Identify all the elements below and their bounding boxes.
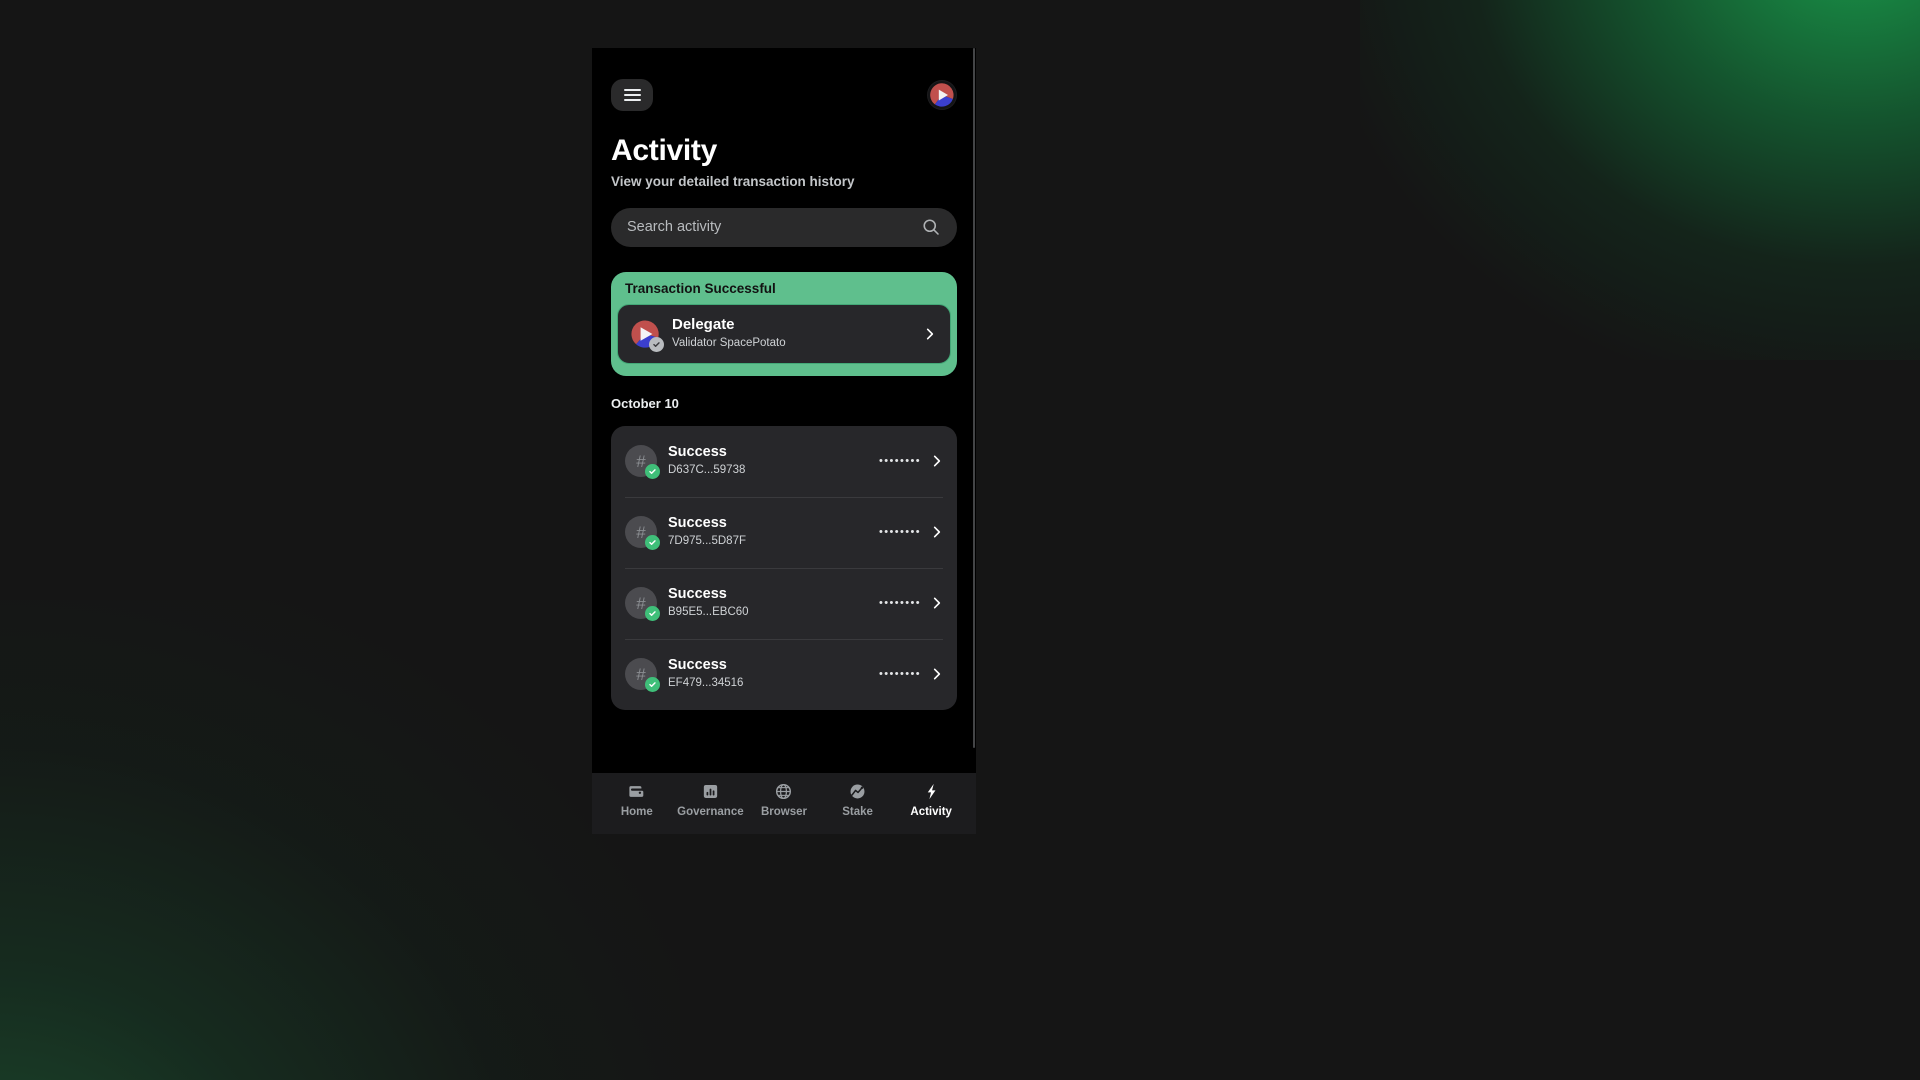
lightning-bolt-icon: [922, 782, 941, 801]
check-glyph: [649, 611, 656, 617]
check-badge-icon: [649, 336, 664, 352]
delegate-card-title: Delegate: [672, 315, 735, 333]
transaction-amount-masked: ••••••••: [878, 525, 921, 538]
validator-logo-wrapper: [629, 318, 664, 352]
hamburger-menu-icon: [623, 89, 641, 91]
transaction-status: Success: [668, 444, 727, 461]
transaction-row[interactable]: # Success D637C...59738 ••••••••: [625, 426, 943, 497]
hash-glyph: #: [636, 451, 646, 471]
nav-item-browser[interactable]: Browser: [747, 782, 821, 818]
date-header: October 10: [611, 395, 679, 411]
transaction-amount-masked: ••••••••: [878, 667, 921, 680]
chevron-right-icon[interactable]: [931, 455, 943, 467]
nav-item-governance[interactable]: Governance: [674, 782, 748, 818]
delegate-card-subtitle: Validator SpacePotato: [672, 336, 786, 349]
transaction-hash: EF479...34516: [668, 677, 744, 690]
hamburger-menu-button[interactable]: [611, 79, 653, 111]
globe-icon: [774, 782, 793, 801]
transaction-row-right: ••••••••: [879, 668, 943, 680]
check-glyph: [649, 682, 656, 688]
background-glow-bottom-left: [0, 600, 680, 1080]
app-topbar: [592, 48, 976, 111]
nav-item-label: Browser: [760, 806, 807, 818]
chevron-right-icon[interactable]: [931, 597, 943, 609]
app-viewport: Activity View your detailed transaction …: [592, 48, 976, 773]
wallet-icon: [627, 782, 646, 801]
transaction-row-text: Success D637C...59738: [668, 443, 868, 479]
nav-item-label: Activity: [910, 806, 952, 818]
transaction-successful-banner: Transaction Successful Delegate Validato…: [611, 271, 957, 376]
transaction-hash-avatar: #: [625, 516, 660, 550]
transaction-row-right: ••••••••: [879, 597, 943, 609]
transaction-hash-avatar: #: [625, 587, 660, 621]
scroll-content: Activity View your detailed transaction …: [592, 48, 976, 710]
transaction-status: Success: [668, 657, 727, 674]
hash-glyph: #: [636, 664, 646, 684]
transaction-hash: D637C...59738: [668, 464, 746, 477]
transaction-hash: 7D975...5D87F: [668, 535, 746, 548]
transaction-amount-masked: ••••••••: [878, 596, 921, 609]
screen-background: Activity View your detailed transaction …: [0, 0, 1920, 1080]
page-subtitle: View your detailed transaction history: [611, 173, 855, 189]
nav-item-label: Home: [620, 806, 653, 818]
check-glyph: [649, 469, 656, 475]
trending-up-icon: [848, 782, 867, 801]
chevron-right-icon[interactable]: [931, 526, 943, 538]
profile-avatar-button[interactable]: [927, 80, 957, 110]
check-glyph: [649, 540, 656, 546]
transaction-list-section: # Success D637C...59738 •••••••• # Success 7D9…: [592, 411, 976, 710]
background-glow-top-right-core: [1360, 0, 1920, 360]
chevron-right-icon[interactable]: [924, 328, 936, 340]
transaction-status: Success: [668, 586, 727, 603]
chevron-right-icon[interactable]: [931, 668, 943, 680]
transaction-row[interactable]: # Success EF479...34516 ••••••••: [625, 638, 943, 710]
check-glyph: [653, 341, 660, 347]
search-bar[interactable]: [611, 207, 957, 247]
check-badge-icon: [645, 606, 660, 621]
transaction-list-card: # Success D637C...59738 •••••••• # Success 7D9…: [611, 425, 957, 710]
nav-item-activity[interactable]: Activity: [894, 782, 968, 818]
scrollbar[interactable]: [973, 48, 975, 748]
transaction-hash-avatar: #: [625, 445, 660, 479]
transaction-hash-avatar: #: [625, 658, 660, 692]
transaction-banner-section: Transaction Successful Delegate Validato…: [592, 247, 976, 376]
check-badge-icon: [645, 535, 660, 550]
search-icon[interactable]: [921, 217, 941, 237]
transaction-row[interactable]: # Success B95E5...EBC60 ••••••••: [625, 567, 943, 639]
profile-avatar-logo: [927, 80, 957, 110]
nav-item-home[interactable]: Home: [600, 782, 674, 818]
transaction-amount-masked: ••••••••: [878, 454, 921, 467]
transaction-status: Success: [668, 515, 727, 532]
banner-title: Transaction Successful: [625, 280, 776, 296]
hash-glyph: #: [636, 522, 646, 542]
transaction-row-text: Success 7D975...5D87F: [668, 514, 868, 550]
search-input[interactable]: [627, 219, 921, 235]
delegate-transaction-card[interactable]: Delegate Validator SpacePotato: [617, 303, 951, 364]
transaction-row-right: ••••••••: [879, 526, 943, 538]
check-badge-icon: [645, 677, 660, 692]
bottom-navigation-bar: Home Governance Browser Stake Activity: [592, 773, 976, 834]
transaction-row-text: Success B95E5...EBC60: [668, 585, 868, 621]
phone-frame: Activity View your detailed transaction …: [592, 48, 976, 834]
search-section: [592, 189, 976, 247]
hash-glyph: #: [636, 593, 646, 613]
bar-chart-icon: [701, 782, 720, 801]
background-glow-top-right: [1100, 0, 1920, 550]
page-title: Activity: [611, 134, 717, 167]
transaction-hash: B95E5...EBC60: [668, 606, 749, 619]
nav-item-label: Stake: [842, 806, 873, 818]
transaction-row-right: ••••••••: [879, 455, 943, 467]
transaction-row-text: Success EF479...34516: [668, 656, 868, 692]
nav-item-label: Governance: [677, 806, 744, 818]
nav-item-stake[interactable]: Stake: [821, 782, 895, 818]
hamburger-menu-icon: [623, 99, 641, 101]
delegate-card-text: Delegate Validator SpacePotato: [672, 316, 913, 351]
hamburger-menu-icon: [623, 94, 641, 96]
check-badge-icon: [645, 464, 660, 479]
transaction-row[interactable]: # Success 7D975...5D87F ••••••••: [625, 496, 943, 568]
